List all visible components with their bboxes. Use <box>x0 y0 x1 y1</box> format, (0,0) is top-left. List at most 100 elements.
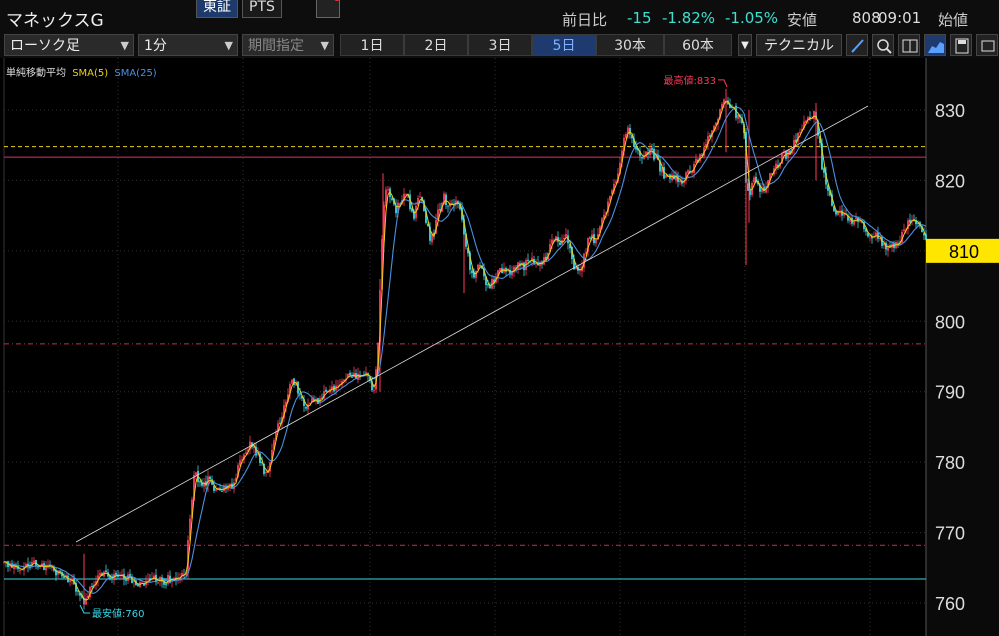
high-price-label: 最高値:833 <box>664 74 716 87</box>
chart-type-value: ローソク足 <box>10 38 80 54</box>
y-tick-label: 820 <box>935 171 965 191</box>
chevron-down-icon: ▼ <box>120 39 129 52</box>
candle-body <box>373 390 375 392</box>
y-tick-label: 830 <box>935 101 965 121</box>
candle-body <box>641 156 643 159</box>
legend-sma25: SMA(25) <box>114 68 157 79</box>
prev-day-label: 前日比 <box>562 11 608 29</box>
y-tick-label: 790 <box>935 383 965 403</box>
y-tick-label: 760 <box>935 594 965 614</box>
plot-background <box>0 58 999 636</box>
candle-body <box>527 259 529 261</box>
candle-body <box>913 219 915 221</box>
candle-body <box>737 114 739 119</box>
area-chart-icon[interactable] <box>924 34 946 56</box>
candle-body <box>349 372 351 376</box>
tabs-dropdown-icon[interactable]: ▼ <box>738 34 752 56</box>
exchange-tse-button[interactable]: 東証 <box>196 0 238 18</box>
candle-body <box>395 205 397 214</box>
interval-select[interactable]: 1分 ▼ <box>138 34 238 56</box>
zoom-icon[interactable] <box>872 34 894 56</box>
candle-body <box>665 175 667 178</box>
candle-body <box>653 148 655 160</box>
current-price-label: 810 <box>949 242 979 262</box>
candle-body <box>199 481 201 483</box>
alert-bell-icon[interactable] <box>316 0 341 18</box>
candle-body <box>419 196 421 198</box>
candle-body <box>63 576 65 578</box>
candle-body <box>909 219 911 223</box>
candle-body <box>405 193 407 195</box>
candle-body <box>447 205 449 207</box>
candle-body <box>365 372 367 374</box>
exchange-pts-button[interactable]: PTS <box>242 0 282 18</box>
candle-body <box>221 490 223 492</box>
interval-value: 1分 <box>144 38 167 54</box>
candle-body <box>165 584 167 586</box>
candle-body <box>215 489 217 491</box>
tab-1day[interactable]: 1日 <box>340 34 404 56</box>
candle-body <box>325 389 327 392</box>
candle-body <box>169 575 171 583</box>
change-value: -15 <box>627 9 652 27</box>
chart-toolbar: ローソク足 ▼ 1分 ▼ 期間指定 ▼ 1日 2日 3日 5日 30本 60本 ▼ テ… <box>0 32 999 58</box>
y-tick-label: 770 <box>935 524 965 544</box>
low-price-label: 最安値:760 <box>92 607 144 620</box>
candle-body <box>595 239 597 244</box>
tab-5day[interactable]: 5日 <box>532 34 596 56</box>
candle-body <box>105 570 107 573</box>
candle-body <box>813 111 815 120</box>
header-bar: マネックスG 東証 PTS 前日比 -15 -1.82% -1.05% 安値 8… <box>0 0 999 34</box>
candle-body <box>875 232 877 236</box>
tab-60bars[interactable]: 60本 <box>664 34 732 56</box>
low-label: 安値 <box>787 11 818 29</box>
chevron-down-icon: ▼ <box>224 39 233 52</box>
tab-2day[interactable]: 2日 <box>404 34 468 56</box>
candle-body <box>111 578 113 580</box>
candle-body <box>551 239 553 244</box>
candle-body <box>19 570 21 572</box>
candle-body <box>559 242 561 246</box>
change-percent: -1.82% <box>662 9 716 27</box>
y-tick-label: 780 <box>935 453 965 473</box>
candle-body <box>85 598 87 605</box>
quote-time: 09:01 <box>878 9 922 27</box>
period-select[interactable]: 期間指定 ▼ <box>242 34 334 56</box>
period-value: 期間指定 <box>248 38 304 54</box>
candle-body <box>903 229 905 231</box>
candle-body <box>387 189 389 191</box>
candle-body <box>471 270 473 274</box>
candlestick-chart[interactable]: 760770780790800810820830810 最高値:833最安値:7… <box>0 58 999 636</box>
candle-body <box>33 560 35 563</box>
candle-body <box>475 270 477 278</box>
indicator-legend: 単純移動平均 SMA(5) SMA(25) <box>6 64 160 79</box>
candle-body <box>91 585 93 587</box>
draw-pen-icon[interactable] <box>846 34 868 56</box>
candle-body <box>129 574 131 576</box>
tab-30bars[interactable]: 30本 <box>596 34 664 56</box>
technical-button[interactable]: テクニカル <box>756 34 842 56</box>
candle-body <box>629 128 631 135</box>
save-icon[interactable] <box>950 34 972 56</box>
axis-panel <box>926 58 999 636</box>
candle-body <box>565 234 567 237</box>
candle-body <box>117 575 119 577</box>
candle-body <box>305 407 307 409</box>
candle-body <box>855 217 857 220</box>
candle-body <box>651 147 653 150</box>
candle-body <box>579 270 581 272</box>
change-percent-alt: -1.05% <box>725 9 779 27</box>
candle-body <box>99 573 101 576</box>
candle-body <box>753 177 755 183</box>
candle-body <box>351 376 353 378</box>
chart-type-select[interactable]: ローソク足 ▼ <box>4 34 134 56</box>
candle-body <box>115 572 117 575</box>
candle-body <box>671 174 673 181</box>
candle-body <box>695 158 697 164</box>
window-icon[interactable] <box>976 34 998 56</box>
candle-body <box>147 578 149 580</box>
split-view-icon[interactable] <box>898 34 920 56</box>
low-value: 808 <box>852 9 881 27</box>
y-tick-label: 800 <box>935 312 965 332</box>
tab-3day[interactable]: 3日 <box>468 34 532 56</box>
